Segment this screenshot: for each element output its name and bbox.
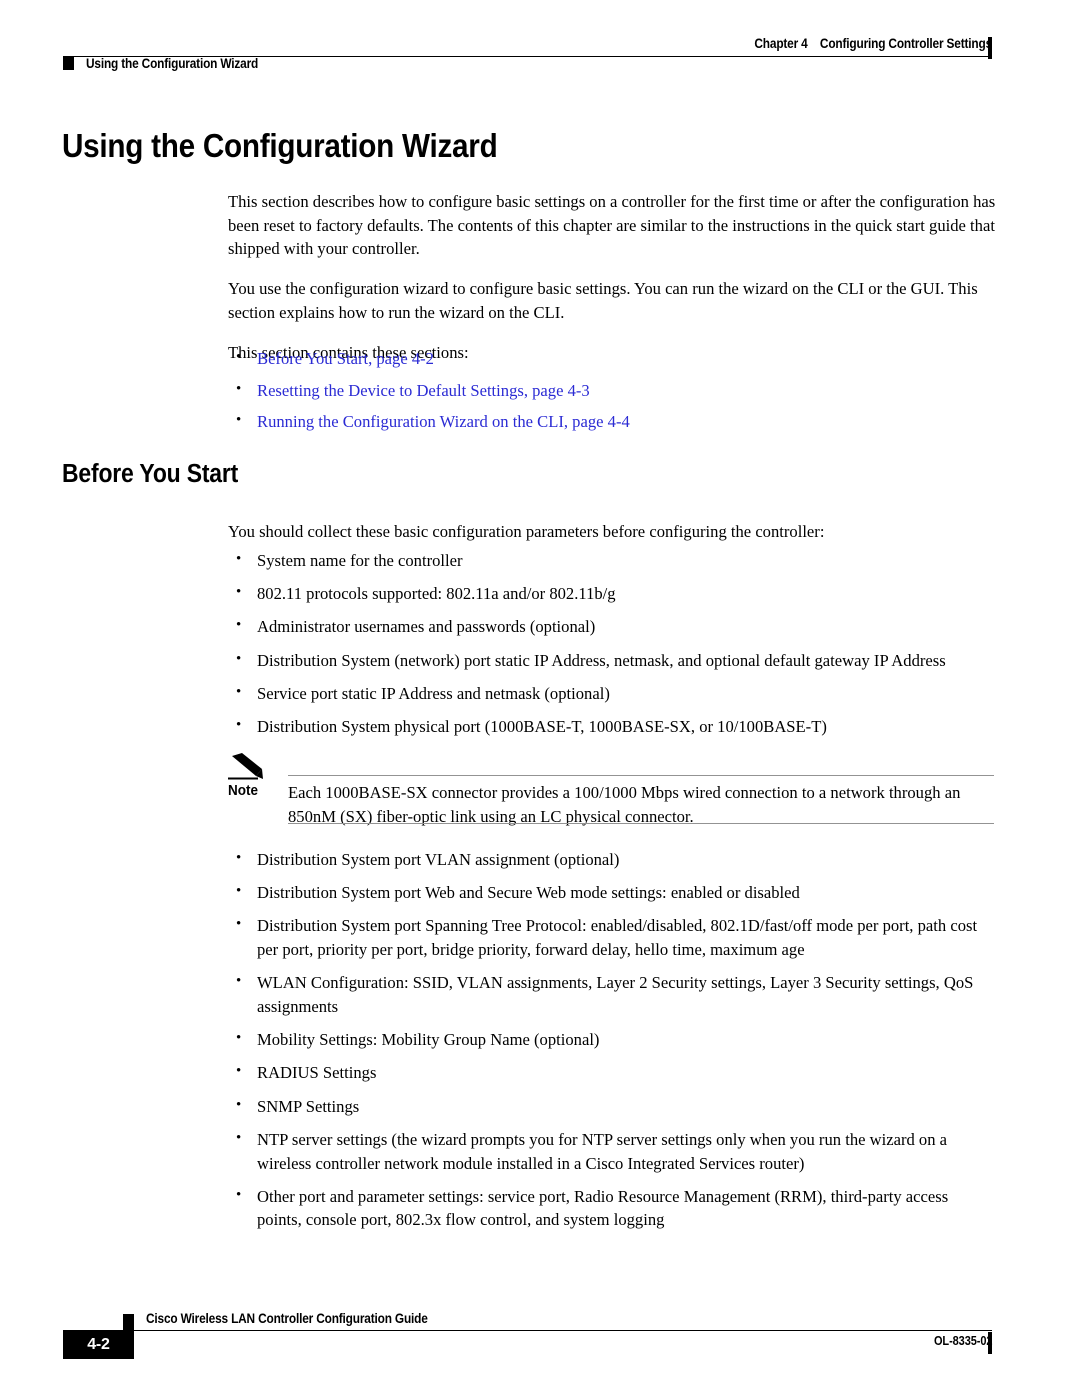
list-item: Distribution System (network) port stati… — [228, 648, 996, 673]
list-item: Distribution System port Spanning Tree P… — [228, 913, 996, 961]
header-chapter-info: Chapter 4 Configuring Controller Settings — [754, 36, 992, 51]
header-chapter-number: Chapter 4 — [754, 36, 808, 51]
header-running-section: Using the Configuration Wizard — [86, 56, 259, 71]
intro-paragraph-1: This section describes how to configure … — [228, 192, 996, 259]
lead-paragraph: You should collect these basic configura… — [228, 522, 825, 541]
list-item: Administrator usernames and passwords (o… — [228, 614, 996, 639]
list-item: 802.11 protocols supported: 802.11a and/… — [228, 581, 996, 606]
page-title: Using the Configuration Wizard — [62, 127, 498, 164]
params-list-part2: Distribution System port VLAN assignment… — [228, 847, 996, 1232]
list-item: Other port and parameter settings: servi… — [228, 1184, 996, 1232]
footer-square-icon — [123, 1314, 134, 1331]
pencil-icon — [228, 752, 270, 782]
params-list-part2-block: Distribution System port VLAN assignment… — [228, 847, 996, 1242]
list-item: Mobility Settings: Mobility Group Name (… — [228, 1027, 996, 1052]
list-item: SNMP Settings — [228, 1094, 996, 1119]
list-item: Service port static IP Address and netma… — [228, 681, 996, 706]
list-item[interactable]: Before You Start, page 4-2 — [228, 346, 996, 371]
list-item: Distribution System port Web and Secure … — [228, 880, 996, 905]
section-link[interactable]: Resetting the Device to Default Settings… — [257, 381, 590, 400]
note-label: Note — [228, 782, 259, 799]
list-item: NTP server settings (the wizard prompts … — [228, 1127, 996, 1175]
list-item: Distribution System port VLAN assignment… — [228, 847, 996, 872]
intro-paragraph-2: You use the configuration wizard to conf… — [228, 279, 978, 322]
note-rule-bottom — [288, 823, 994, 824]
params-list-part1: System name for the controller 802.11 pr… — [228, 548, 996, 739]
section-link[interactable]: Before You Start, page 4-2 — [257, 349, 434, 368]
list-item: RADIUS Settings — [228, 1060, 996, 1085]
header-chapter-title: Configuring Controller Settings — [819, 36, 992, 51]
footer-rule — [63, 1330, 992, 1331]
params-list-part1-block: System name for the controller 802.11 pr… — [228, 548, 996, 748]
list-item: Distribution System physical port (1000B… — [228, 714, 996, 739]
list-item: System name for the controller — [228, 548, 996, 573]
footer-doc-id: OL-8335-02 — [933, 1334, 993, 1348]
list-item: WLAN Configuration: SSID, VLAN assignmen… — [228, 970, 996, 1018]
list-item[interactable]: Resetting the Device to Default Settings… — [228, 378, 996, 403]
section-link[interactable]: Running the Configuration Wizard on the … — [257, 412, 630, 431]
footer-guide-title: Cisco Wireless LAN Controller Configurat… — [146, 1311, 428, 1326]
section-heading-before-you-start: Before You Start — [62, 460, 239, 488]
footer-end-bar-icon — [988, 1332, 992, 1354]
section-links-list: Before You Start, page 4-2 Resetting the… — [228, 346, 996, 434]
page-header: Chapter 4 Configuring Controller Settings… — [0, 0, 1080, 92]
header-square-icon — [63, 56, 74, 70]
note-text: Each 1000BASE-SX connector provides a 10… — [288, 783, 961, 826]
note-rule-top — [288, 775, 994, 776]
footer-page-number: 4-2 — [87, 1336, 110, 1353]
section-links-block: Before You Start, page 4-2 Resetting the… — [228, 346, 996, 442]
list-item[interactable]: Running the Configuration Wizard on the … — [228, 409, 996, 434]
document-page: Chapter 4 Configuring Controller Settings… — [0, 0, 1080, 1397]
